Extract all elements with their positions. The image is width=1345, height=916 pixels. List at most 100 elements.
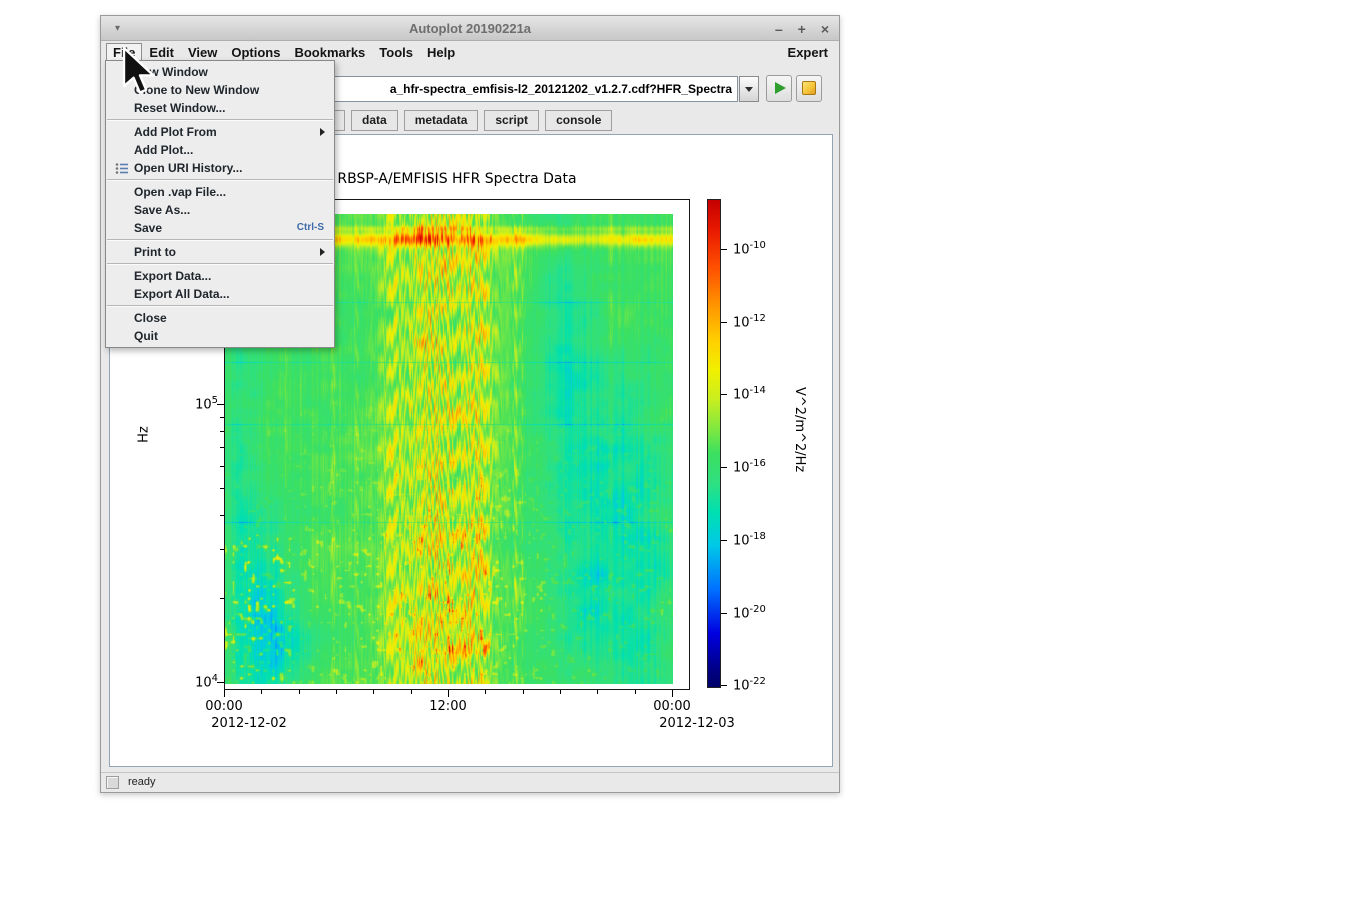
file-menu-item-save-as[interactable]: Save As... [106,201,334,219]
file-menu-item-quit[interactable]: Quit [106,327,334,345]
file-menu: New WindowClone to New WindowReset Windo… [105,60,335,348]
menu-item-label: Close [134,311,167,325]
menu-item-label: Open .vap File... [134,185,226,199]
tick-mark [485,690,486,694]
menu-separator [107,305,333,307]
file-menu-item-reset-window[interactable]: Reset Window... [106,99,334,117]
tab-metadata[interactable]: metadata [404,110,479,131]
tab-console[interactable]: console [545,110,612,131]
file-menu-item-open-vap-file[interactable]: Open .vap File... [106,183,334,201]
tick-mark [220,417,224,418]
uri-dropdown-button[interactable] [739,76,759,102]
menu-item-label: Quit [134,329,158,343]
chevron-down-icon [745,87,753,92]
file-menu-item-add-plot[interactable]: Add Plot... [106,141,334,159]
window-controls: – + × [775,16,829,41]
file-menu-item-export-data[interactable]: Export Data... [106,267,334,285]
x-axis-tick-label: 00:00 [194,699,254,714]
x-axis-tick-label: 00:00 [642,699,702,714]
menu-separator [107,179,333,181]
tick-mark [721,394,727,395]
file-menu-item-save[interactable]: Save Ctrl-S [106,219,334,237]
menubar-item-help[interactable]: Help [420,43,462,62]
file-menu-item-print-to[interactable]: Print to [106,243,334,261]
tick-mark [224,690,225,697]
x-axis-date-label: 2012-12-02 [204,716,294,731]
colorbar-tick-label: 10-16 [733,458,766,475]
status-indicator [106,776,119,789]
tick-mark [220,549,224,550]
menubar-item-view[interactable]: View [181,43,224,62]
window-menu-icon[interactable]: ▾ [115,16,120,41]
tick-mark [560,690,561,694]
y-axis-label: Hz [137,413,152,457]
tick-mark [220,598,224,599]
tick-mark [721,322,727,323]
titlebar[interactable]: ▾ Autoplot 20190221a – + × [101,16,839,41]
submenu-arrow-icon [320,128,325,136]
tab-script[interactable]: script [484,110,539,131]
status-text: ready [128,773,156,792]
tick-mark [261,690,262,694]
menu-item-label: Open URI History... [134,161,242,175]
menu-item-label: Save [134,221,162,235]
expert-mode-label[interactable]: Expert [788,45,828,60]
menu-separator [107,263,333,265]
shortcut-label: Ctrl-S [297,219,324,237]
tick-mark [220,447,224,448]
tick-mark [721,249,727,250]
menu-separator [107,119,333,121]
inspect-uri-button[interactable] [796,75,822,102]
history-list-icon [115,162,129,180]
menu-item-label: Add Plot From [134,125,217,139]
tab-data[interactable]: data [351,110,398,131]
maximize-button[interactable]: + [798,21,806,37]
go-plot-button[interactable] [766,75,792,102]
x-axis-tick-label: 12:00 [418,699,478,714]
tick-mark [721,613,727,614]
menu-item-label: Reset Window... [134,101,225,115]
y-axis-tick-label: 105 [166,395,218,412]
tick-mark [220,488,224,489]
minimize-button[interactable]: – [775,21,783,37]
tick-mark [217,404,224,405]
menubar-item-bookmarks[interactable]: Bookmarks [287,43,372,62]
tick-mark [523,690,524,694]
tick-mark [411,690,412,694]
menu-item-label: Add Plot... [134,143,193,157]
close-button[interactable]: × [821,21,829,37]
tick-mark [635,690,636,694]
file-menu-item-export-all-data[interactable]: Export All Data... [106,285,334,303]
mouse-cursor-icon [121,47,165,99]
submenu-arrow-icon [320,248,325,256]
tick-mark [721,540,727,541]
file-edit-icon [802,81,816,95]
tick-mark [672,690,673,697]
tick-mark [597,690,598,694]
tick-mark [721,685,727,686]
tick-mark [220,431,224,432]
colorbar [707,199,721,688]
file-menu-item-close[interactable]: Close [106,309,334,327]
file-menu-item-add-plot-from[interactable]: Add Plot From [106,123,334,141]
tick-mark [220,515,224,516]
statusbar: ready [101,772,839,792]
tick-mark [721,467,727,468]
menubar-item-tools[interactable]: Tools [372,43,420,62]
tick-mark [217,682,224,683]
window-title: Autoplot 20190221a [101,16,839,41]
file-menu-item-open-uri-history[interactable]: Open URI History... [106,159,334,177]
colorbar-tick-label: 10-18 [733,531,766,548]
colorbar-tick-label: 10-12 [733,313,766,330]
colorbar-tick-label: 10-20 [733,604,766,621]
colorbar-tick-label: 10-14 [733,385,766,402]
menu-item-label: Print to [134,245,176,259]
menu-separator [107,239,333,241]
play-icon [775,82,786,94]
menu-item-label: Export All Data... [134,287,230,301]
x-axis-date-label: 2012-12-03 [652,716,742,731]
tick-mark [373,690,374,694]
menu-item-label: Save As... [134,203,190,217]
tick-mark [448,690,449,697]
menubar-item-options[interactable]: Options [224,43,287,62]
